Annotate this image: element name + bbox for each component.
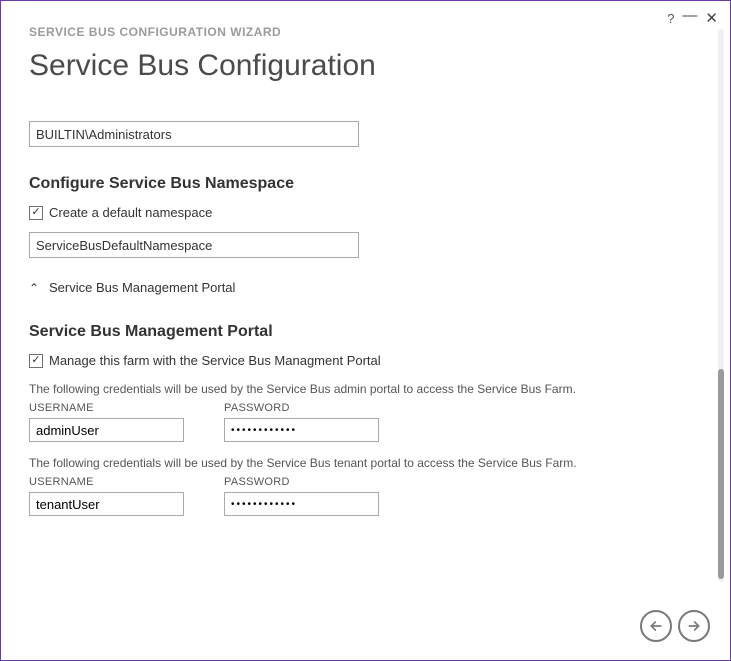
close-icon[interactable]: ✕ bbox=[705, 9, 718, 27]
page-title: Service Bus Configuration bbox=[29, 49, 694, 83]
nav-button-group bbox=[640, 610, 710, 642]
scroll-container: SERVICE BUS CONFIGURATION WIZARD Service… bbox=[29, 25, 700, 590]
scrollbar-track[interactable] bbox=[718, 29, 724, 582]
content-area: SERVICE BUS CONFIGURATION WIZARD Service… bbox=[29, 25, 700, 590]
arrow-left-icon bbox=[648, 618, 664, 634]
admin-creds-description: The following credentials will be used b… bbox=[29, 382, 694, 396]
admin-password-input[interactable] bbox=[224, 418, 379, 442]
admin-username-input[interactable] bbox=[29, 418, 184, 442]
titlebar: ? — ✕ bbox=[1, 1, 730, 27]
wizard-window: ? — ✕ SERVICE BUS CONFIGURATION WIZARD S… bbox=[0, 0, 731, 661]
namespace-heading: Configure Service Bus Namespace bbox=[29, 175, 694, 193]
manage-farm-checkbox[interactable]: ✓ Manage this farm with the Service Bus … bbox=[29, 353, 694, 368]
help-icon[interactable]: ? bbox=[667, 11, 674, 26]
portal-expander[interactable]: ⌃ Service Bus Management Portal bbox=[29, 280, 694, 295]
tenant-username-input[interactable] bbox=[29, 492, 184, 516]
back-button[interactable] bbox=[640, 610, 672, 642]
username-label: USERNAME bbox=[29, 476, 184, 488]
checkbox-icon: ✓ bbox=[29, 206, 43, 220]
scrollbar-thumb[interactable] bbox=[718, 369, 724, 579]
tenant-password-input[interactable] bbox=[224, 492, 379, 516]
admin-creds-row: USERNAME PASSWORD bbox=[29, 402, 694, 442]
admin-group-input[interactable] bbox=[29, 121, 359, 147]
password-label: PASSWORD bbox=[224, 402, 379, 414]
username-label: USERNAME bbox=[29, 402, 184, 414]
next-button[interactable] bbox=[678, 610, 710, 642]
minimize-icon[interactable]: — bbox=[682, 7, 697, 24]
password-label: PASSWORD bbox=[224, 476, 379, 488]
checkbox-label: Manage this farm with the Service Bus Ma… bbox=[49, 353, 381, 368]
checkbox-label: Create a default namespace bbox=[49, 205, 212, 220]
namespace-input[interactable] bbox=[29, 232, 359, 258]
tenant-creds-description: The following credentials will be used b… bbox=[29, 456, 694, 470]
portal-heading: Service Bus Management Portal bbox=[29, 323, 694, 341]
tenant-creds-row: USERNAME PASSWORD bbox=[29, 476, 694, 516]
expander-label: Service Bus Management Portal bbox=[49, 280, 235, 295]
wizard-label: SERVICE BUS CONFIGURATION WIZARD bbox=[29, 25, 694, 39]
arrow-right-icon bbox=[686, 618, 702, 634]
create-namespace-checkbox[interactable]: ✓ Create a default namespace bbox=[29, 205, 694, 220]
checkbox-icon: ✓ bbox=[29, 354, 43, 368]
chevron-up-icon: ⌃ bbox=[29, 281, 41, 295]
